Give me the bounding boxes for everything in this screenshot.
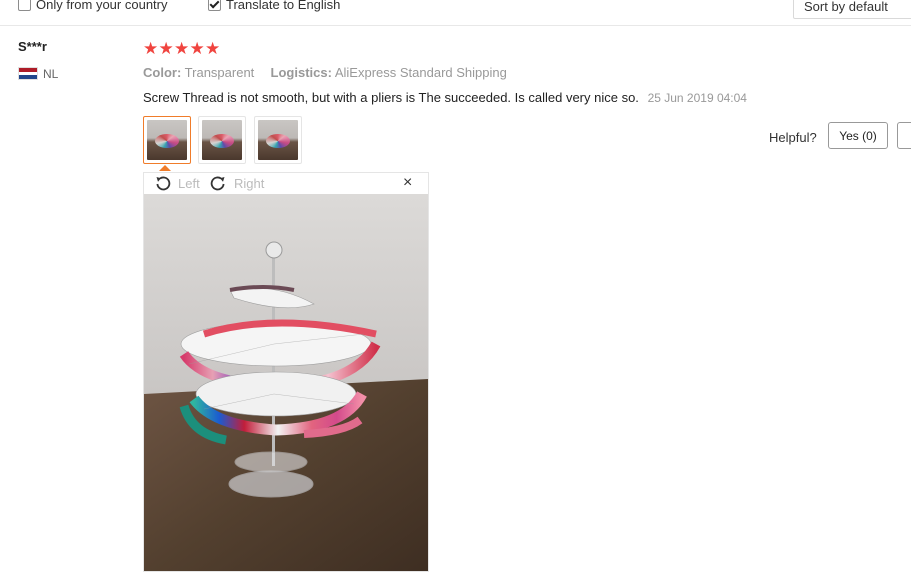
- review-text: Screw Thread is not smooth, but with a p…: [143, 90, 639, 105]
- close-icon[interactable]: ×: [403, 173, 412, 193]
- star-icon: ★: [189, 39, 205, 58]
- star-icon: ★: [205, 39, 221, 58]
- translate-label[interactable]: Translate to English: [226, 0, 340, 12]
- star-rating: ★★★★★: [143, 39, 221, 58]
- thumbnail-image: [147, 120, 187, 160]
- thumbnail-image: [258, 120, 298, 160]
- helpful-yes-button[interactable]: Yes (0): [828, 122, 888, 149]
- thumbnail-image: [202, 120, 242, 160]
- star-icon: ★: [158, 39, 174, 58]
- sort-select[interactable]: Sort by default: [793, 0, 911, 19]
- rotate-left-icon[interactable]: [155, 175, 171, 191]
- logistics-key: Logistics:: [270, 65, 332, 80]
- viewer-toolbar: Left Right ×: [144, 173, 428, 193]
- color-key: Color:: [143, 65, 182, 80]
- reviewer-name: S***r: [18, 39, 47, 54]
- logistics-value: AliExpress Standard Shipping: [334, 65, 507, 80]
- review-thumbnail[interactable]: [198, 116, 246, 164]
- nl-flag-icon: [18, 67, 38, 80]
- review-date: 25 Jun 2019 04:04: [647, 91, 747, 105]
- review-thumbnail[interactable]: [254, 116, 302, 164]
- only-country-checkbox[interactable]: [18, 0, 31, 11]
- helpful-no-button[interactable]: [897, 122, 911, 149]
- filter-bar: Only from your country Translate to Engl…: [0, 0, 911, 26]
- review-meta: Color: Transparent Logistics: AliExpress…: [143, 65, 507, 80]
- review-photo: [144, 194, 428, 571]
- review-body: Screw Thread is not smooth, but with a p…: [143, 90, 747, 105]
- reviewer-country: NL: [43, 67, 59, 81]
- star-icon: ★: [143, 39, 159, 58]
- helpful-label: Helpful?: [769, 130, 817, 145]
- rotate-left-label[interactable]: Left: [178, 176, 200, 191]
- translate-checkbox[interactable]: [208, 0, 221, 11]
- review-thumbnail[interactable]: [143, 116, 191, 164]
- image-viewer: Left Right ×: [143, 172, 429, 572]
- active-thumbnail-caret: [159, 165, 171, 171]
- rotate-right-icon[interactable]: [210, 175, 226, 191]
- color-value: Transparent: [184, 65, 255, 80]
- rotate-right-label[interactable]: Right: [234, 176, 264, 191]
- star-icon: ★: [174, 39, 190, 58]
- only-country-label[interactable]: Only from your country: [36, 0, 168, 12]
